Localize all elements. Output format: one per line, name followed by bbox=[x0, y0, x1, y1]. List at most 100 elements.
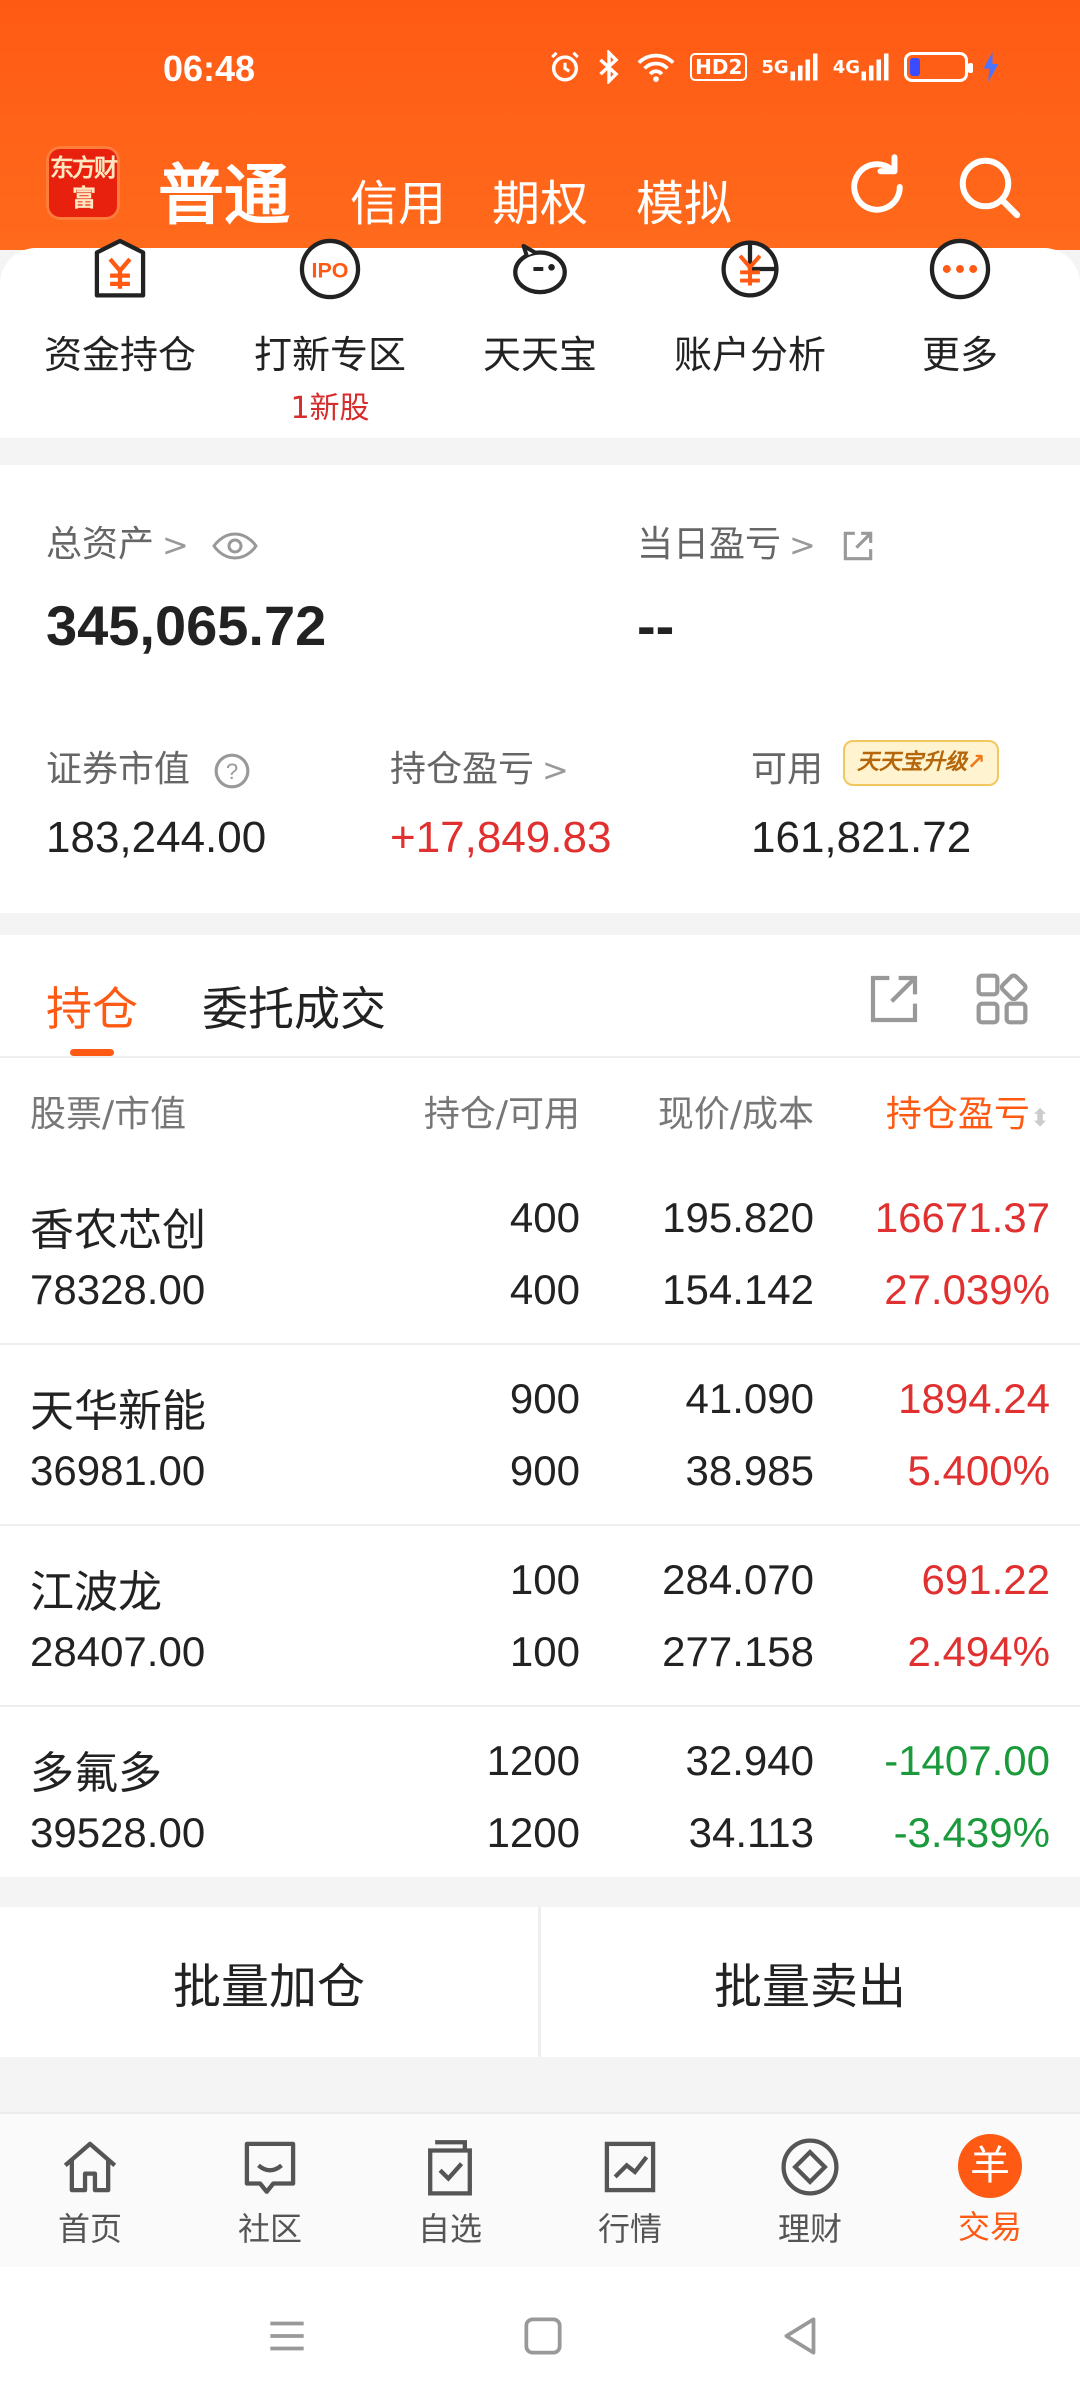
system-nav-bar bbox=[0, 2267, 1080, 2400]
total-assets-label: 总资产 bbox=[46, 524, 155, 565]
analysis-icon bbox=[721, 240, 779, 298]
market-value: 183,244.00 bbox=[46, 813, 267, 862]
quick-item-label: 打新专区 bbox=[253, 333, 406, 377]
column-header-pl-sort[interactable]: 持仓盈亏⬍ bbox=[886, 1085, 1050, 1137]
chevron-right-icon: > bbox=[789, 526, 816, 564]
chevron-right-icon: > bbox=[542, 751, 569, 789]
tiantianbao-upgrade-badge[interactable]: 天天宝升级↗ bbox=[843, 740, 1000, 786]
stock-cost: 38.985 bbox=[685, 1447, 814, 1494]
quick-item-more[interactable]: 更多 bbox=[852, 238, 1068, 379]
stock-available: 1200 bbox=[486, 1809, 580, 1856]
wealth-icon bbox=[781, 2138, 839, 2196]
position-pl-label: 持仓盈亏 bbox=[390, 749, 535, 790]
daily-pl-link[interactable]: 当日盈亏 > bbox=[637, 515, 877, 567]
menu-icon[interactable] bbox=[262, 2311, 312, 2361]
quick-item-ipo[interactable]: IPO 打新专区 1新股 bbox=[222, 238, 438, 427]
table-row[interactable]: 江波龙 28407.00 100 100 284.070 277.158 691… bbox=[0, 1526, 1080, 1707]
help-icon[interactable]: ? bbox=[213, 752, 251, 790]
nav-community[interactable]: 社区 bbox=[180, 2134, 360, 2250]
home-square-icon[interactable] bbox=[518, 2311, 568, 2361]
stock-pl: 691.22 bbox=[921, 1556, 1050, 1603]
stock-position: 900 bbox=[509, 1375, 580, 1422]
stock-cost: 154.142 bbox=[662, 1266, 814, 1313]
search-icon[interactable] bbox=[954, 152, 1024, 222]
community-icon bbox=[244, 2141, 296, 2194]
charging-icon bbox=[982, 52, 1000, 82]
table-row[interactable]: 多氟多 39528.00 1200 1200 32.940 34.113 -14… bbox=[0, 1707, 1080, 1888]
piggy-bank-icon bbox=[513, 243, 567, 295]
stock-available: 900 bbox=[509, 1447, 580, 1494]
table-row[interactable]: 香农芯创 78328.00 400 400 195.820 154.142 16… bbox=[0, 1164, 1080, 1345]
quick-item-label: 天天宝 bbox=[482, 333, 597, 377]
alarm-icon bbox=[548, 50, 582, 84]
tab-normal[interactable]: 普通 bbox=[158, 142, 290, 238]
stock-position: 100 bbox=[509, 1556, 580, 1603]
tab-orders[interactable]: 委托成交 bbox=[202, 973, 386, 1039]
svg-text:IPO: IPO bbox=[312, 258, 349, 282]
more-icon bbox=[929, 238, 991, 300]
stock-pl: -1407.00 bbox=[884, 1737, 1050, 1784]
daily-pl-value: -- bbox=[637, 594, 675, 657]
svg-text:?: ? bbox=[226, 759, 238, 784]
quick-item-label: 更多 bbox=[921, 333, 998, 377]
nav-label: 交易 bbox=[957, 2208, 1022, 2246]
batch-sell-button[interactable]: 批量卖出 bbox=[541, 1907, 1079, 2057]
nav-market[interactable]: 行情 bbox=[540, 2134, 720, 2250]
signal-icon-4g: 4G bbox=[833, 52, 890, 82]
stock-name: 多氟多 bbox=[30, 1748, 162, 1799]
stock-market-value: 36981.00 bbox=[30, 1447, 206, 1494]
back-icon[interactable] bbox=[776, 2311, 826, 2361]
divider bbox=[0, 1056, 1080, 1058]
nav-wealth[interactable]: 理财 bbox=[720, 2134, 900, 2250]
stock-price: 284.070 bbox=[662, 1556, 814, 1603]
tab-options[interactable]: 期权 bbox=[492, 164, 588, 234]
table-row[interactable]: 天华新能 36981.00 900 900 41.090 38.985 1894… bbox=[0, 1345, 1080, 1526]
stock-available: 400 bbox=[509, 1266, 580, 1313]
nav-label: 自选 bbox=[417, 2210, 482, 2248]
app-header: 06:48 HD2 5G 4G 东方财富 普通 信用 期权 模拟 bbox=[0, 0, 1080, 250]
stock-available: 100 bbox=[509, 1628, 580, 1675]
market-icon bbox=[604, 2141, 656, 2193]
nav-label: 首页 bbox=[57, 2210, 122, 2248]
nav-trade[interactable]: 羊 交易 bbox=[900, 2134, 1080, 2248]
position-pl-value: +17,849.83 bbox=[390, 813, 612, 862]
fund-icon bbox=[94, 238, 146, 298]
grid-view-icon[interactable] bbox=[974, 971, 1030, 1027]
active-tab-indicator bbox=[70, 1049, 114, 1056]
ipo-icon: IPO bbox=[299, 238, 361, 300]
quick-item-fund[interactable]: 资金持仓 bbox=[12, 238, 228, 379]
battery-icon bbox=[904, 52, 973, 82]
quick-item-label: 账户分析 bbox=[673, 333, 826, 377]
quick-menu: 资金持仓 IPO 打新专区 1新股 天天宝 账户分析 更多 bbox=[0, 238, 1080, 438]
column-header-price: 现价/成本 bbox=[657, 1094, 814, 1135]
nav-home[interactable]: 首页 bbox=[0, 2134, 180, 2250]
stock-price: 32.940 bbox=[685, 1737, 814, 1784]
stock-position: 1200 bbox=[486, 1737, 580, 1784]
export-icon[interactable] bbox=[866, 971, 922, 1027]
holdings-panel: 持仓 委托成交 股票/市值 持仓/可用 现价/成本 持仓盈亏⬍ 香农芯创 783… bbox=[0, 935, 1080, 1877]
stock-pl: 1894.24 bbox=[898, 1375, 1050, 1422]
batch-actions: 批量加仓 批量卖出 bbox=[0, 1907, 1080, 2057]
daily-pl-label: 当日盈亏 bbox=[637, 524, 782, 565]
trade-icon: 羊 bbox=[958, 2134, 1022, 2198]
stock-name: 香农芯创 bbox=[30, 1205, 206, 1256]
refresh-icon[interactable] bbox=[842, 152, 912, 222]
wifi-icon bbox=[636, 51, 676, 83]
position-pl-link[interactable]: 持仓盈亏 > bbox=[390, 740, 569, 792]
stock-cost: 277.158 bbox=[662, 1628, 814, 1675]
total-assets-link[interactable]: 总资产 > bbox=[46, 515, 259, 567]
stock-price: 195.820 bbox=[662, 1194, 814, 1241]
tab-credit[interactable]: 信用 bbox=[350, 164, 446, 234]
share-icon[interactable] bbox=[839, 527, 877, 565]
quick-item-tiantianbao[interactable]: 天天宝 bbox=[432, 243, 648, 379]
hd-badge: HD2 bbox=[690, 53, 748, 81]
quick-item-label: 资金持仓 bbox=[43, 333, 196, 377]
tab-holdings[interactable]: 持仓 bbox=[46, 973, 138, 1039]
stock-pl-pct: -3.439% bbox=[893, 1809, 1050, 1856]
quick-item-analysis[interactable]: 账户分析 bbox=[642, 240, 858, 379]
batch-add-button[interactable]: 批量加仓 bbox=[0, 1907, 538, 2057]
tab-simulation[interactable]: 模拟 bbox=[636, 164, 732, 234]
column-header-stock: 股票/市值 bbox=[30, 1094, 187, 1135]
eye-icon[interactable] bbox=[212, 531, 259, 561]
nav-watchlist[interactable]: 自选 bbox=[360, 2134, 540, 2250]
